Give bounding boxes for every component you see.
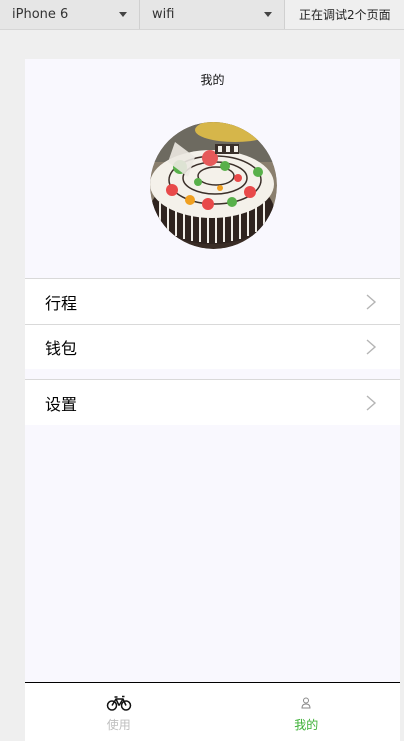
cake-avatar-image — [150, 122, 277, 249]
network-select[interactable]: wifi — [140, 0, 285, 29]
chevron-right-icon — [366, 394, 377, 411]
profile-header: 我的 — [25, 59, 400, 278]
menu-item-wallet[interactable]: 钱包 — [25, 324, 400, 369]
menu-item-trips[interactable]: 行程 — [25, 279, 400, 324]
chevron-right-icon — [366, 339, 377, 355]
tab-use-label: 使用 — [106, 718, 131, 732]
page-title: 我的 — [200, 73, 225, 87]
network-select-value: wifi — [152, 7, 175, 22]
menu-item-label: 设置 — [45, 394, 78, 414]
chevron-down-icon — [264, 12, 272, 17]
avatar[interactable] — [150, 122, 277, 249]
menu-group-2: 设置 — [25, 379, 400, 425]
device-select-value: iPhone 6 — [12, 7, 69, 22]
chevron-right-icon — [366, 293, 377, 310]
menu-item-label: 钱包 — [45, 339, 78, 358]
user-icon — [300, 692, 312, 714]
tab-mine-label: 我的 — [294, 718, 319, 732]
phone-screen: 我的 行程 钱包 设置 使用 我的 — [25, 59, 400, 741]
menu-item-label: 行程 — [45, 293, 78, 313]
tab-mine[interactable]: 我的 — [213, 683, 401, 741]
chevron-down-icon — [119, 12, 127, 17]
debug-status[interactable]: 正在调试2个页面 — [285, 0, 404, 29]
menu-item-settings[interactable]: 设置 — [25, 380, 400, 425]
device-select[interactable]: iPhone 6 — [0, 0, 140, 29]
bicycle-icon — [106, 692, 132, 714]
bottom-tab-bar: 使用 我的 — [25, 682, 400, 741]
tab-use[interactable]: 使用 — [25, 683, 213, 741]
simulator-toolbar: iPhone 6 wifi 正在调试2个页面 — [0, 0, 404, 30]
debug-status-text: 正在调试2个页面 — [299, 8, 391, 22]
menu-group-1: 行程 钱包 — [25, 278, 400, 369]
